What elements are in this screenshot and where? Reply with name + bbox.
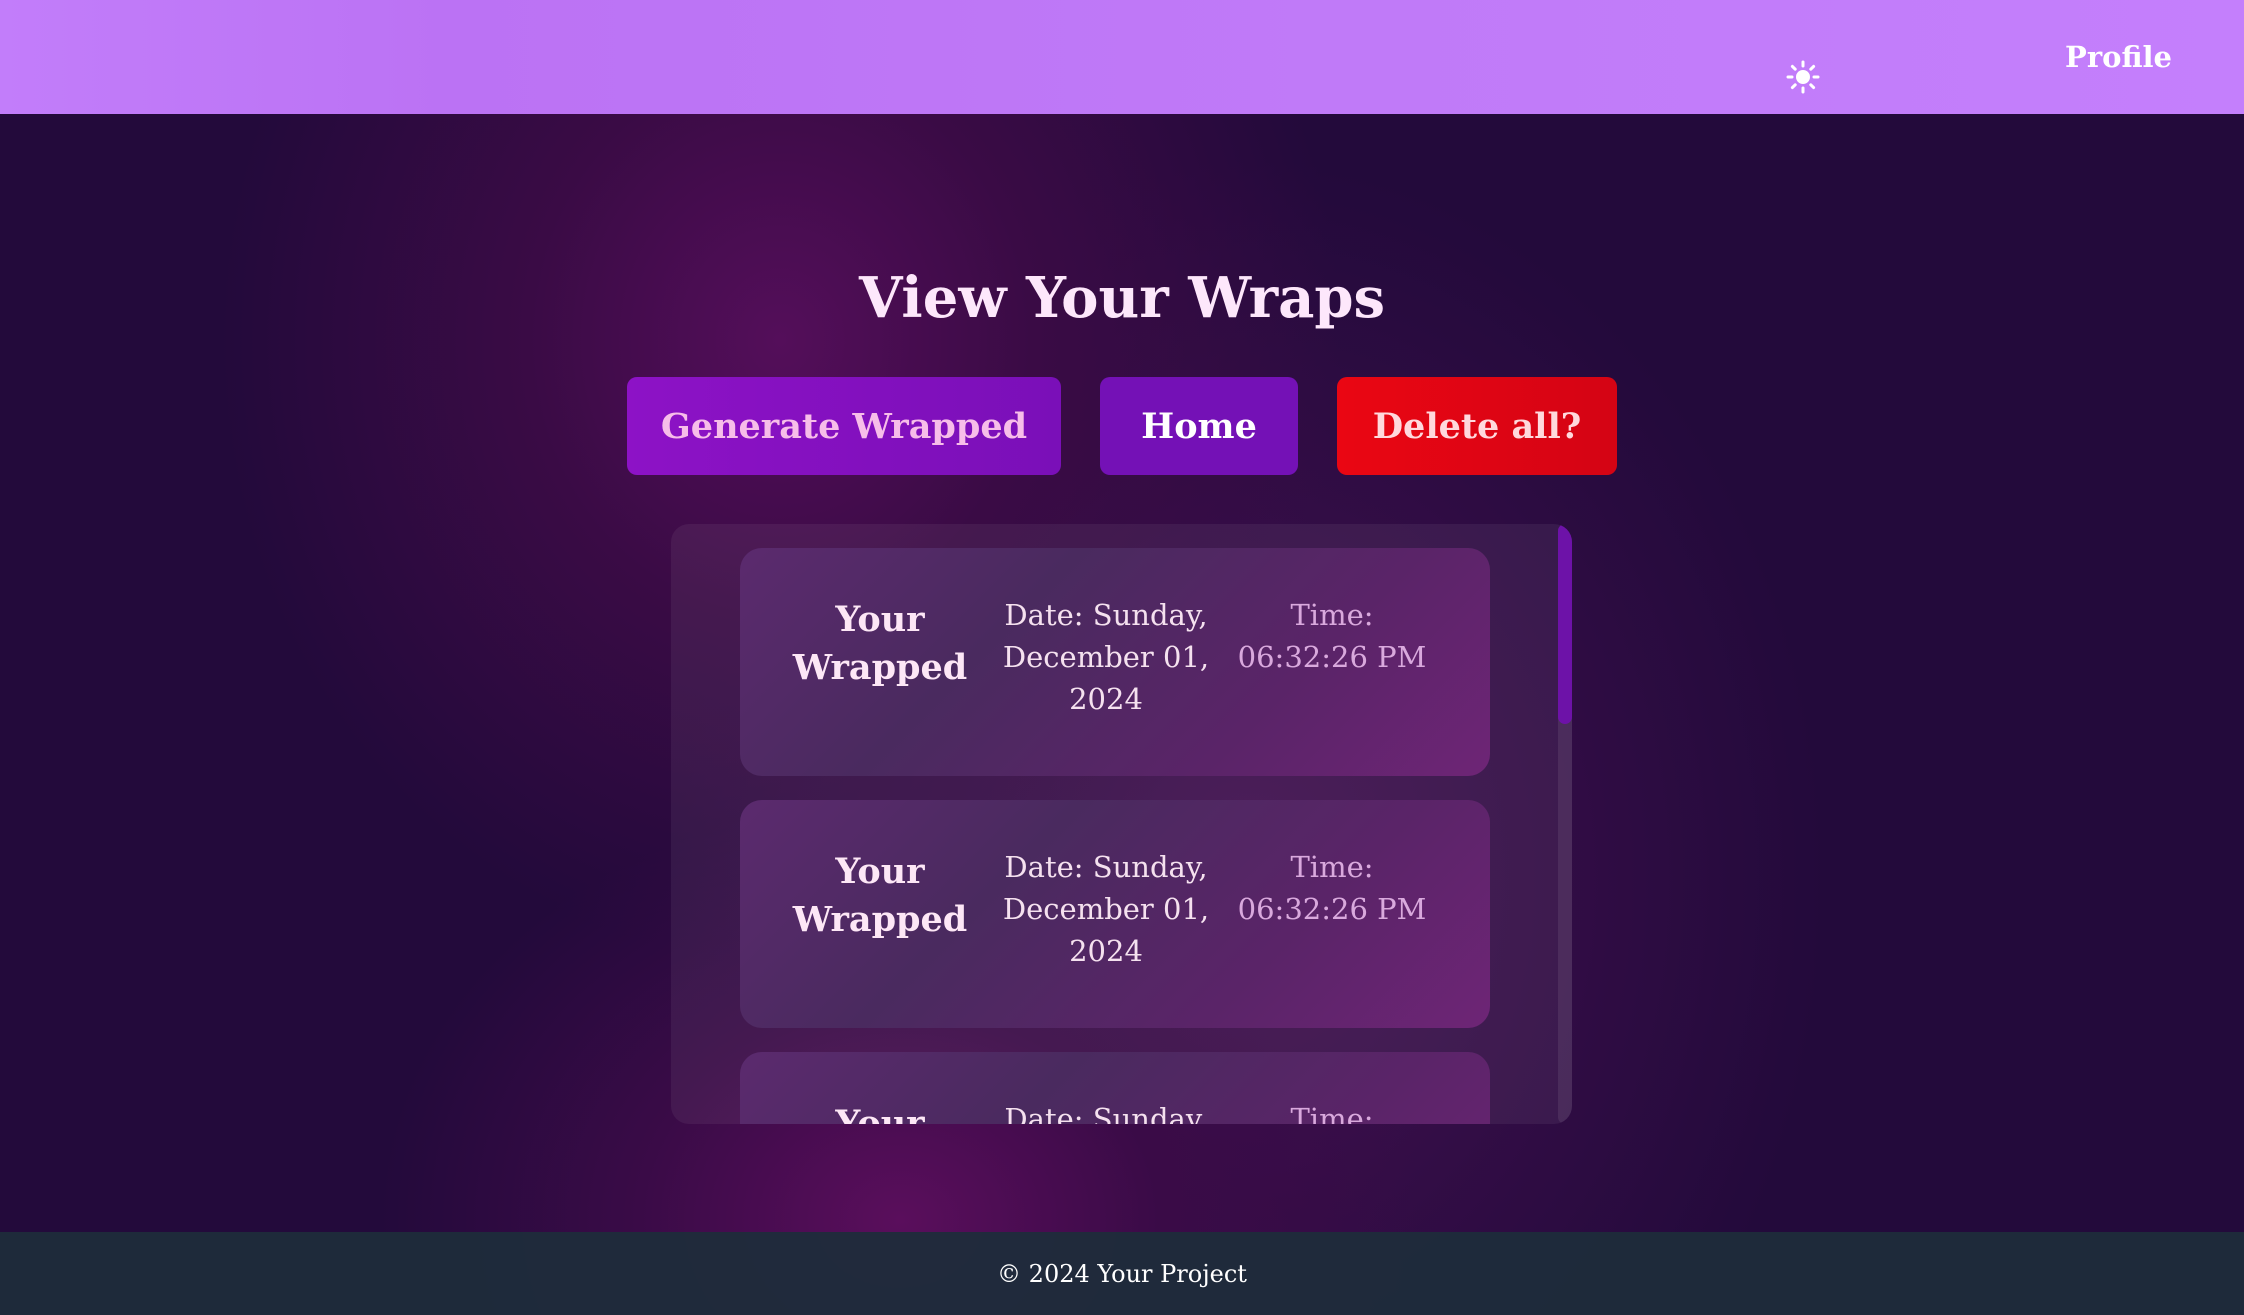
- wrap-card[interactable]: Your Wrapped Date: Sunday, December 01, …: [740, 548, 1490, 776]
- delete-all-button[interactable]: Delete all?: [1337, 377, 1617, 475]
- navbar: Profile: [0, 0, 2244, 114]
- wrap-title: Your Wrapped: [835, 1103, 925, 1124]
- wrap-date: Date: Sunday, December 01, 2024: [1002, 850, 1210, 968]
- home-button[interactable]: Home: [1100, 377, 1298, 475]
- wrap-title: Your Wrapped: [792, 851, 968, 940]
- page-title: View Your Wraps: [858, 265, 1386, 331]
- wrap-time: Time: 06:32:25 PM: [1290, 1102, 1374, 1124]
- generate-wrapped-button[interactable]: Generate Wrapped: [627, 377, 1061, 475]
- wrap-time: Time: 06:32:26 PM: [1237, 850, 1427, 926]
- profile-link[interactable]: Profile: [2065, 40, 2172, 74]
- wrap-date: Date: Sunday, December 01, 2024: [1002, 598, 1210, 716]
- footer-text: © 2024 Your Project: [997, 1259, 1247, 1288]
- wrap-card[interactable]: Your Wrapped Date: Sunday, December 01, …: [740, 800, 1490, 1028]
- wraps-list[interactable]: Your Wrapped Date: Sunday, December 01, …: [671, 524, 1572, 1124]
- scrollbar-track[interactable]: [1558, 524, 1572, 1124]
- wrap-time: Time: 06:32:26 PM: [1237, 598, 1427, 674]
- sun-icon[interactable]: [1786, 60, 1820, 94]
- wrap-date: Date: Sunday, December 01, 2024: [1004, 1102, 1208, 1124]
- scrollbar-thumb[interactable]: [1558, 524, 1572, 724]
- wrap-card[interactable]: Your Wrapped Date: Sunday, December 01, …: [740, 1052, 1490, 1124]
- wrap-title: Your Wrapped: [792, 599, 968, 688]
- footer: © 2024 Your Project: [0, 1232, 2244, 1315]
